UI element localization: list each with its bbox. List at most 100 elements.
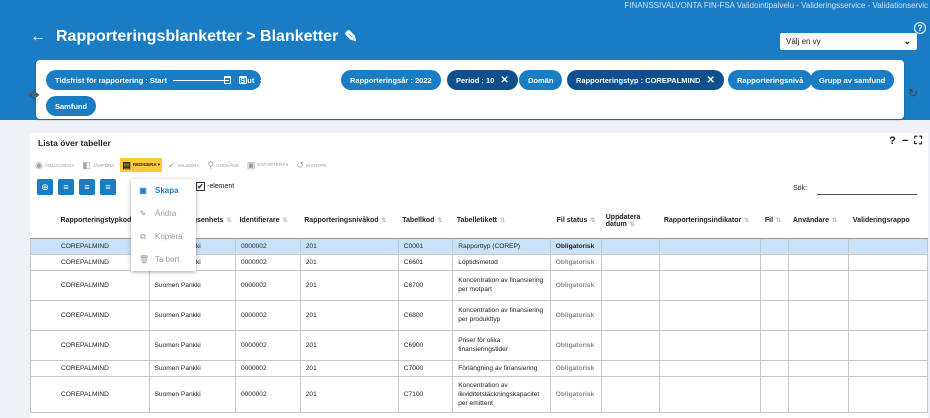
filter-period[interactable]: Period : 10 ✕: [447, 70, 518, 90]
cell-level-code: 201: [299, 299, 399, 331]
col-user[interactable]: Användare ⇅: [788, 204, 849, 239]
history-button[interactable]: ↺ HISTORIK: [294, 158, 329, 172]
search-input[interactable]: [817, 194, 917, 195]
edit-dropdown-menu: ▣ Skapa ✎ Ändra ⧉ Kopiera 🗑 Ta bort: [131, 179, 196, 271]
filter-reporting-level[interactable]: Rapporteringsnivå: [728, 70, 813, 90]
cell-entity: Suomen Pankki: [148, 299, 236, 331]
menu-item-copy[interactable]: ⧉ Kopiera: [131, 225, 196, 248]
empty-cell: [659, 299, 762, 331]
table-row[interactable]: COREPALMIND Suomen Pankki 0000002 201 C7000 F…: [30, 359, 928, 377]
card-title: Lista över tabeller: [38, 138, 111, 148]
menu-item-edit[interactable]: ✎ Ändra: [131, 202, 196, 225]
calendar-icon[interactable]: [224, 76, 232, 84]
export-button[interactable]: ▣ EXPORTERA ▾: [245, 158, 290, 172]
empty-cell: [601, 359, 661, 377]
export-icon: ▣: [246, 159, 256, 170]
empty-cell: [659, 375, 762, 413]
compare-icon: ◧: [82, 159, 91, 170]
cell-entity: Suomen Pankki: [148, 329, 236, 361]
empty-cell: [848, 253, 928, 271]
filter-reporting-type[interactable]: Rapporteringstyp : COREPALMIND ✕: [567, 70, 724, 90]
help-icon[interactable]: ?: [889, 135, 896, 148]
filter-entity[interactable]: Samfund: [46, 96, 97, 116]
cell-file-status: Obligatorisk: [549, 237, 603, 255]
list-button[interactable]: ≡: [79, 179, 95, 195]
empty-cell: [788, 237, 850, 255]
filter-group-of-entities[interactable]: Grupp av samfund: [810, 70, 895, 90]
empty-cell: [659, 269, 762, 301]
edit-title-icon[interactable]: ✎: [344, 27, 357, 47]
empty-cell: [659, 329, 762, 361]
empty-cell: [760, 299, 790, 331]
empty-cell: [788, 299, 850, 331]
filter-deadline-end[interactable]: Slut: [214, 70, 326, 90]
cell-reporting-type: COREPALMIND: [30, 269, 150, 301]
table-row[interactable]: COREPALMIND Suomen Pankki 0000002 201 C7100 K…: [30, 375, 928, 413]
empty-cell: [659, 237, 762, 255]
cell-table-code: C6800: [397, 299, 454, 331]
close-icon[interactable]: ✕: [500, 75, 508, 86]
cell-file-status: Obligatorisk: [549, 253, 603, 271]
filter-reporting-year[interactable]: Rapporteringsår : 2022: [341, 70, 441, 90]
copy-icon: ⧉: [140, 231, 146, 241]
cell-level-code: 201: [299, 375, 399, 413]
calendar-icon[interactable]: [318, 76, 326, 84]
col-table-label[interactable]: Tabelletikett ⇅: [452, 204, 551, 239]
col-validation-report[interactable]: Valideringsrappo: [848, 204, 928, 239]
action-toolbar: ◉ VISUALISERA ◧ JÄMFÖRA ▤ REDIGERA ▾ ✓ VALID…: [33, 158, 329, 172]
element-checkbox[interactable]: ✔ -element: [196, 182, 234, 191]
validate-button[interactable]: ✓ VALIDERA: [166, 158, 201, 172]
col-update-date[interactable]: Uppdatera datum ⇅: [601, 204, 660, 239]
cell-identifier: 0000002: [234, 329, 301, 361]
col-reporting-indicator[interactable]: Rapporteringsindikator ⇅: [659, 204, 761, 239]
view-select-value: Välj en vy: [786, 37, 821, 46]
checkbox-box[interactable]: ✔: [196, 182, 205, 191]
compare-button[interactable]: ◧ JÄMFÖRA: [80, 158, 116, 172]
check-icon: ✓: [168, 159, 176, 170]
table-row[interactable]: COREPALMIND Suomen Pankki 0000002 201 C6900 P…: [30, 329, 928, 361]
view-select[interactable]: Välj en vy ⌄: [780, 33, 917, 50]
cell-table-code: C7100: [397, 375, 454, 413]
trash-icon: 🗑: [139, 255, 150, 264]
cell-level-code: 201: [299, 237, 399, 255]
cell-table-code: C0001: [397, 237, 454, 255]
approve-button[interactable]: ⚲ GODKÄNN: [206, 158, 241, 172]
col-table-code[interactable]: Tabellkod ⇅: [398, 204, 453, 239]
menu-item-create[interactable]: ▣ Skapa: [131, 179, 196, 202]
empty-cell: [788, 269, 850, 301]
filter-lines-button[interactable]: ≡: [58, 179, 74, 195]
empty-cell: [788, 359, 850, 377]
cell-table-label: Löptidsmetod: [452, 253, 551, 271]
add-button[interactable]: ⊕: [37, 179, 53, 195]
columns-button[interactable]: ≡: [100, 179, 116, 195]
drag-handle-icon[interactable]: ✥: [28, 87, 40, 104]
cell-file-status: Obligatorisk: [549, 299, 603, 331]
page-title-row: ← Rapporteringsblanketter > Blanketter ✎: [30, 27, 358, 47]
col-identifier[interactable]: Identifierare ⇅: [235, 204, 301, 239]
close-icon[interactable]: ✕: [706, 75, 714, 86]
cell-entity: Suomen Pankki: [148, 375, 236, 413]
edit-button[interactable]: ▤ REDIGERA ▾: [120, 158, 163, 172]
filter-domain[interactable]: Domän: [519, 70, 563, 90]
empty-cell: [601, 237, 661, 255]
menu-item-delete[interactable]: 🗑 Ta bort: [131, 248, 196, 271]
table-row[interactable]: COREPALMIND Suomen Pankki 0000002 201 C6800 K…: [30, 299, 928, 331]
table-row[interactable]: COREPALMIND Suomen Pankki 0000002 201 C6700 K…: [30, 269, 928, 301]
table-list-card: Lista över tabeller ? − ⛶ ◉ VISUALISERA ◧…: [30, 133, 928, 418]
cell-level-code: 201: [299, 359, 399, 377]
cell-reporting-type: COREPALMIND: [30, 375, 150, 413]
fullscreen-icon[interactable]: ⛶: [914, 135, 922, 148]
empty-cell: [760, 329, 790, 361]
col-file-status[interactable]: Fil status ⇅: [550, 204, 602, 239]
empty-cell: [760, 375, 790, 413]
col-reporting-level-code[interactable]: Rapporteringsnivåkod ⇅: [300, 204, 399, 239]
empty-cell: [601, 269, 661, 301]
back-arrow-icon[interactable]: ←: [30, 28, 46, 46]
refresh-icon[interactable]: ↻: [908, 86, 918, 100]
cell-table-label: Koncentration av likviditetstäckningskap…: [452, 375, 551, 413]
col-file[interactable]: Fil ⇅: [760, 204, 789, 239]
visualize-button[interactable]: ◉ VISUALISERA: [33, 158, 76, 172]
end-date-field[interactable]: [260, 79, 309, 81]
empty-cell: [760, 359, 790, 377]
minimize-icon[interactable]: −: [902, 135, 908, 148]
